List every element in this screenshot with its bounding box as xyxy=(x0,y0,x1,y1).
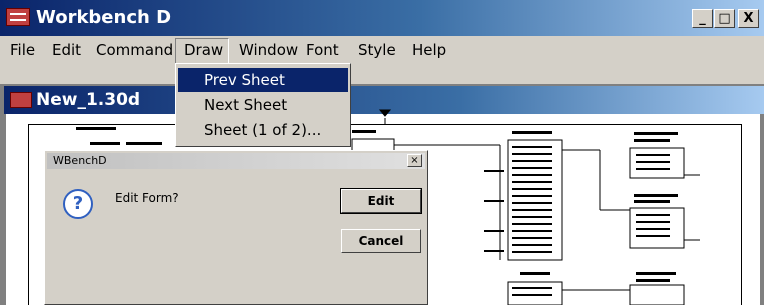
text-line xyxy=(512,131,552,134)
ic-block xyxy=(507,139,563,261)
ic-block xyxy=(629,284,685,305)
marker-triangle xyxy=(378,109,392,117)
ic-block xyxy=(507,281,563,305)
draw-menu-dropdown: Prev Sheet Next Sheet Sheet (1 of 2)... xyxy=(175,63,351,147)
menu-sheet-select[interactable]: Sheet (1 of 2)... xyxy=(178,118,348,142)
edit-form-dialog: WBenchD × ? Edit Form? Edit Cancel xyxy=(44,150,428,305)
dialog-titlebar[interactable]: WBenchD × xyxy=(47,153,425,169)
menu-next-sheet[interactable]: Next Sheet xyxy=(178,93,348,117)
cancel-button[interactable]: Cancel xyxy=(341,229,421,253)
edit-button[interactable]: Edit xyxy=(340,188,422,214)
question-icon: ? xyxy=(63,189,93,219)
menu-prev-sheet[interactable]: Prev Sheet xyxy=(178,68,348,92)
dialog-message: Edit Form? xyxy=(115,191,179,205)
dialog-close-button[interactable]: × xyxy=(407,154,422,167)
dialog-title: WBenchD xyxy=(53,154,107,167)
